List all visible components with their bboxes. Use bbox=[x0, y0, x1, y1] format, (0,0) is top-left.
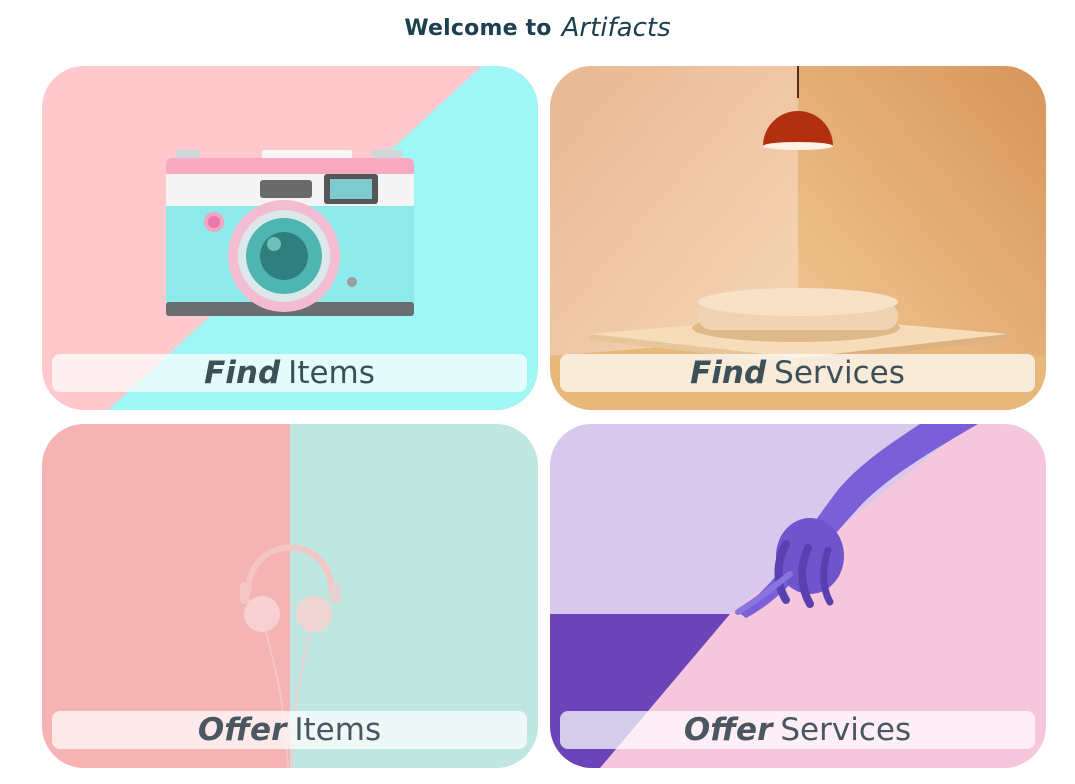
label-verb: Find bbox=[690, 354, 767, 391]
brand-name: Artifacts bbox=[561, 13, 671, 43]
find-items-label[interactable]: Find Items bbox=[52, 354, 527, 392]
label-noun: Items bbox=[294, 711, 382, 748]
label-noun: Services bbox=[780, 711, 912, 748]
welcome-text: Welcome to bbox=[404, 15, 552, 41]
label-verb: Offer bbox=[197, 711, 287, 748]
offer-items-label[interactable]: Offer Items bbox=[52, 711, 527, 749]
label-verb: Find bbox=[204, 354, 281, 391]
find-services-label[interactable]: Find Services bbox=[560, 354, 1035, 392]
find-items-card[interactable]: Find Items bbox=[42, 66, 538, 410]
offer-services-card[interactable]: Offer Services bbox=[550, 424, 1046, 768]
label-verb: Offer bbox=[683, 711, 773, 748]
offer-items-card[interactable]: Offer Items bbox=[42, 424, 538, 768]
label-noun: Items bbox=[288, 354, 375, 391]
label-noun: Services bbox=[774, 354, 905, 391]
offer-services-label[interactable]: Offer Services bbox=[560, 711, 1035, 749]
page-header: Welcome to Artifacts bbox=[0, 10, 1075, 46]
find-services-card[interactable]: Find Services bbox=[550, 66, 1046, 410]
